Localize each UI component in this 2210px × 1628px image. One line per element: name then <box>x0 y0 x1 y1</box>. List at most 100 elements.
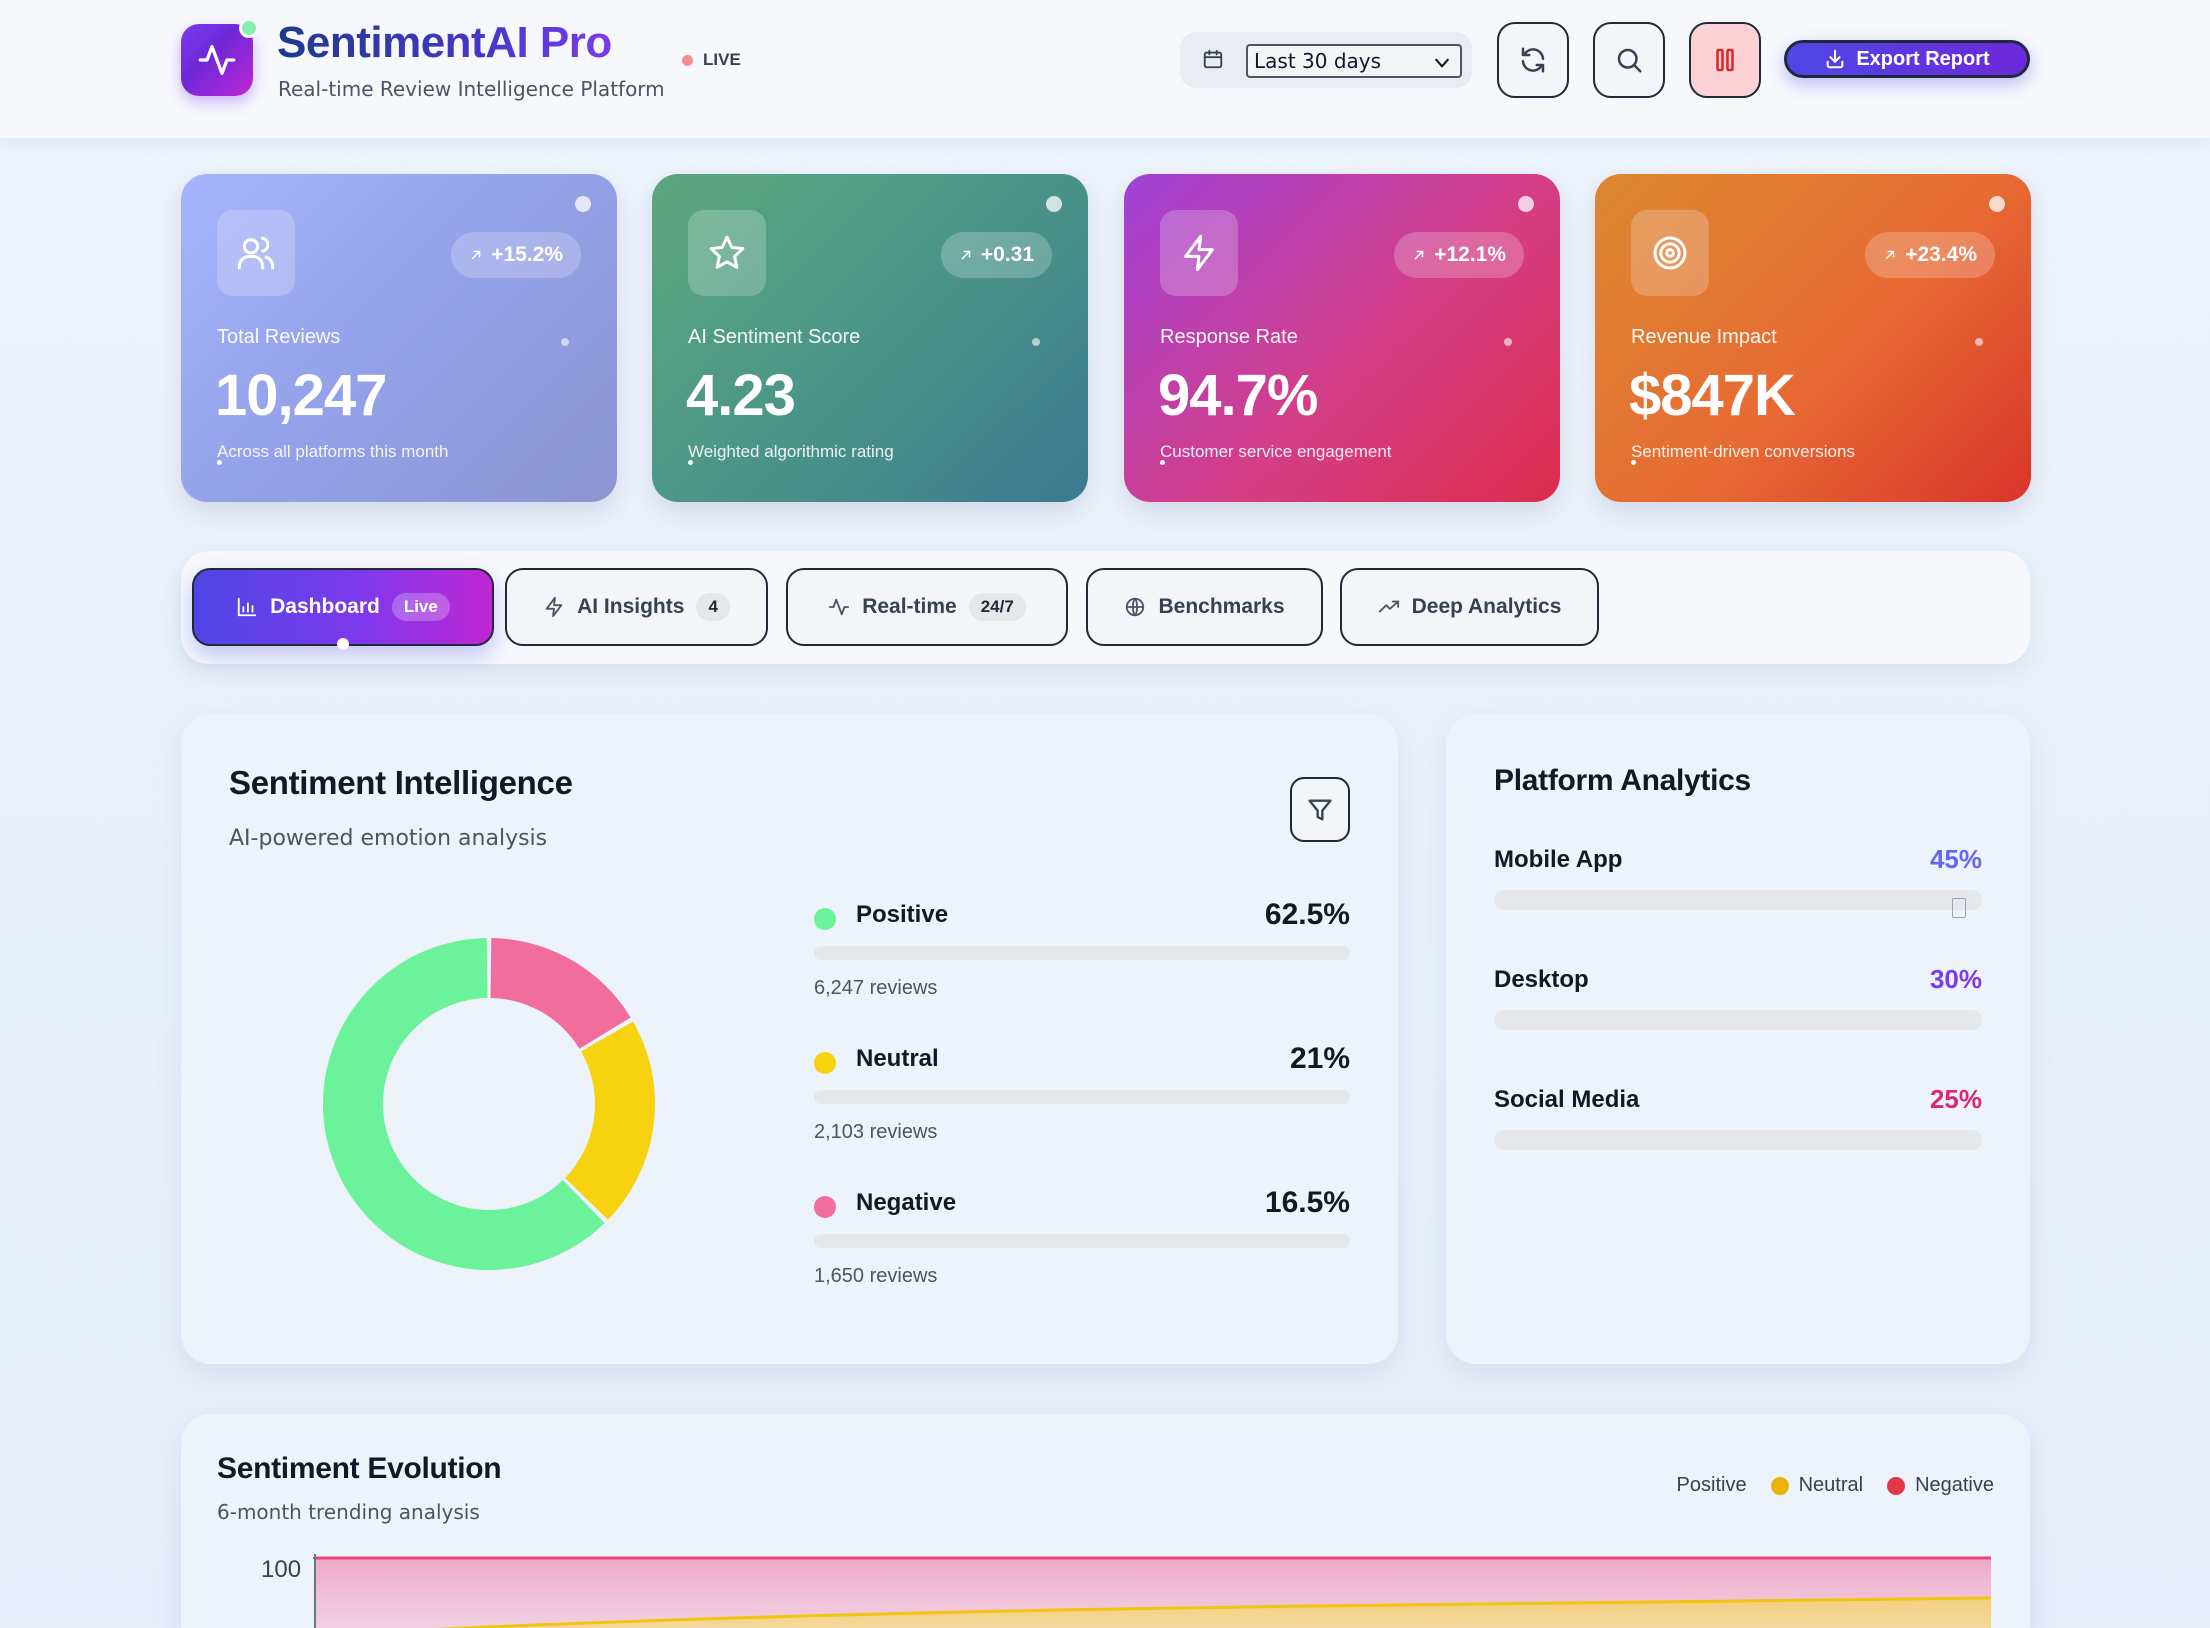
sentiment-evolution-chart <box>313 1554 1992 1628</box>
stat-description: Across all platforms this month <box>217 442 449 461</box>
globe-icon <box>1126 597 1145 617</box>
donut-slice-negative[interactable] <box>490 938 631 1049</box>
tab-ai-insights[interactable]: AI Insights 4 <box>505 568 768 646</box>
sentiment-count: 2,103 reviews <box>814 1121 938 1143</box>
slider-handle[interactable] <box>1952 898 1966 918</box>
tab-badge: Live <box>391 593 450 621</box>
activity-icon <box>198 45 236 76</box>
tab-real-time[interactable]: Real-time 24/7 <box>786 568 1068 646</box>
stat-description: Customer service engagement <box>1160 442 1392 461</box>
legend-item-negative[interactable]: Negative <box>1887 1474 1994 1497</box>
legend-swatch <box>1770 1476 1789 1495</box>
stat-icon-box <box>1631 210 1709 296</box>
tab-label: AI Insights <box>577 595 685 618</box>
filter-button[interactable] <box>1290 777 1350 842</box>
tab-label: Benchmarks <box>1158 595 1285 618</box>
sentiment-evolution-panel: Sentiment Evolution 6-month trending ana… <box>181 1414 2030 1628</box>
legend-item-positive[interactable]: Positive <box>1677 1474 1747 1497</box>
stat-card-total-reviews[interactable]: +15.2% Total Reviews 10,247 Across all p… <box>181 174 617 502</box>
decor-dot <box>688 460 693 465</box>
stat-icon-box <box>688 210 766 296</box>
progress-track <box>1494 1010 1982 1030</box>
pause-button[interactable] <box>1689 22 1761 98</box>
lightning-icon <box>545 596 563 618</box>
sentiment-name: Neutral <box>856 1045 939 1072</box>
decor-dot <box>1160 460 1165 465</box>
tab-label: Real-time <box>862 595 957 618</box>
platform-analytics-panel: Platform Analytics Mobile App 45% Deskto… <box>1446 714 2030 1364</box>
stat-label: Revenue Impact <box>1631 326 1777 348</box>
refresh-icon <box>1521 47 1545 73</box>
refresh-button[interactable] <box>1497 22 1569 98</box>
calendar-icon <box>1203 49 1223 69</box>
sentiment-percent: 21% <box>1289 1042 1350 1075</box>
live-label: LIVE <box>703 50 741 69</box>
pause-icon <box>1716 48 1734 72</box>
legend-label: Neutral <box>1798 1474 1864 1496</box>
stat-trend-value: +23.4% <box>1905 243 1977 266</box>
progress-track <box>1494 890 1982 910</box>
activity-icon <box>829 598 850 616</box>
stat-card-revenue-impact[interactable]: +23.4% Revenue Impact $847K Sentiment-dr… <box>1595 174 2031 502</box>
decor-dot <box>1046 196 1062 212</box>
progress-track <box>1494 1130 1982 1150</box>
sentiment-name: Negative <box>856 1189 957 1216</box>
tab-label: Deep Analytics <box>1411 595 1562 618</box>
app-subtitle: Real-time Review Intelligence Platform <box>278 77 665 101</box>
decor-dot <box>1975 338 1983 346</box>
bar-chart-icon <box>237 597 257 617</box>
platform-percent: 25% <box>1929 1084 1982 1114</box>
logo-status-dot <box>239 18 259 38</box>
app-logo[interactable] <box>181 18 259 96</box>
sentiment-name: Positive <box>856 901 949 928</box>
stat-trend-value: +15.2% <box>491 243 563 266</box>
trending-up-icon <box>1378 600 1399 613</box>
sentiment-donut-chart <box>322 938 655 1270</box>
legend-item-neutral[interactable]: Neutral <box>1770 1474 1864 1497</box>
decor-dot <box>575 196 591 212</box>
app-title: SentimentAI Pro <box>277 18 612 67</box>
stat-icon-box <box>1160 210 1238 296</box>
stat-trend-badge: +0.31 <box>940 232 1052 278</box>
progress-track <box>814 1090 1350 1104</box>
panel-title: Sentiment Intelligence <box>229 764 573 801</box>
stat-value: 4.23 <box>686 363 796 428</box>
legend-label: Negative <box>1915 1474 1994 1496</box>
decor-dot <box>1504 338 1512 346</box>
lightning-icon <box>1184 234 1214 272</box>
star-icon <box>709 235 745 269</box>
legend-dot <box>814 908 836 930</box>
stat-card-response-rate[interactable]: +12.1% Response Rate 94.7% Customer serv… <box>1124 174 1560 502</box>
tab-bar: Dashboard Live AI Insights 4 Real-time 2… <box>181 551 2030 664</box>
search-button[interactable] <box>1593 22 1665 98</box>
date-range-select[interactable]: Last 30 days <box>1246 44 1462 78</box>
legend-dot <box>814 1052 836 1074</box>
stat-card-ai-sentiment-score[interactable]: +0.31 AI Sentiment Score 4.23 Weighted a… <box>652 174 1088 502</box>
progress-track <box>814 946 1350 960</box>
sentiment-percent: 62.5% <box>1264 898 1350 931</box>
stat-label: AI Sentiment Score <box>688 326 861 348</box>
tab-benchmarks[interactable]: Benchmarks <box>1086 568 1323 646</box>
decor-dot <box>1032 338 1040 346</box>
platform-name: Mobile App <box>1494 846 1623 873</box>
download-icon <box>1826 49 1844 69</box>
trend-up-arrow-icon <box>1414 250 1424 260</box>
tab-dashboard[interactable]: Dashboard Live <box>192 568 494 650</box>
stat-label: Response Rate <box>1160 326 1298 348</box>
donut-slice-neutral[interactable] <box>564 1021 655 1220</box>
stat-icon-box <box>217 210 295 296</box>
stat-trend-value: +0.31 <box>980 243 1034 266</box>
app-header: SentimentAI Pro Real-time Review Intelli… <box>0 0 2210 138</box>
sentiment-percent: 16.5% <box>1264 1186 1350 1219</box>
legend-dot <box>814 1196 836 1218</box>
chevron-down-icon <box>1435 58 1449 68</box>
chart-legend: Positive Neutral Negative <box>1677 1474 1994 1497</box>
live-indicator: LIVE <box>682 50 741 70</box>
trend-up-arrow-icon <box>1885 250 1895 260</box>
stat-value: 10,247 <box>215 363 387 428</box>
tab-deep-analytics[interactable]: Deep Analytics <box>1340 568 1599 646</box>
platform-name: Desktop <box>1494 966 1589 993</box>
export-report-button[interactable]: Export Report <box>1784 40 2030 78</box>
decor-dot <box>1631 460 1636 465</box>
panel-subtitle: AI-powered emotion analysis <box>229 826 548 851</box>
